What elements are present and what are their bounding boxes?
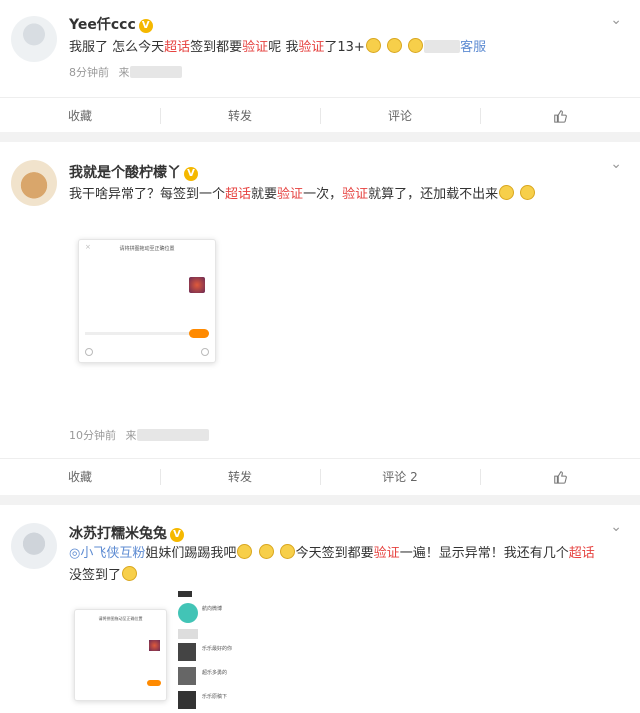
highlighted-keyword[interactable]: 验证 [277,187,303,202]
like-button[interactable] [480,459,640,494]
username[interactable]: 我就是个酸柠檬丫 V [69,162,198,182]
help-icon [85,348,93,356]
smile-emoji-icon [408,38,424,53]
cry-emoji-icon [258,544,274,559]
avatar[interactable] [11,16,57,62]
captcha-title: 请将拼图拖动至正确位置 [119,246,175,252]
post-time[interactable]: 10分钟前 [69,429,116,442]
text-run: 一遍！显示异常！我还有几个 [399,546,569,561]
comment-button[interactable]: 评论 2 [320,459,480,494]
text-run: 我干啥异常了？每签到一个 [69,187,226,202]
collect-button[interactable]: 收藏 [0,459,160,494]
repost-button[interactable]: 转发 [160,98,320,133]
post-text: 我干啥异常了？每签到一个超话就要验证一次，验证就算了，还加载不出来 [69,184,620,206]
dizzy-emoji-icon [122,566,138,581]
username[interactable]: Yee仟ccc V [69,14,153,34]
post-card: 我就是个酸柠檬丫 V ⌄ 我干啥异常了？每签到一个超话就要验证一次，验证就算了，还… [0,142,640,495]
list-row [178,591,284,599]
captcha-image[interactable]: 请将拼图拖动至正确位置 [74,609,167,701]
cry-emoji-icon [237,544,253,559]
chevron-down-icon[interactable]: ⌄ [610,519,622,535]
smile-emoji-icon [386,38,402,53]
cry-emoji-icon [279,544,295,559]
action-bar: 收藏 转发 评论 2 [0,458,640,494]
topic-icon: ◎ [69,546,81,561]
post-meta: 10分钟前 来 [69,427,209,443]
list-row: 乐乐原稿下 [178,691,284,709]
smile-emoji-icon [365,38,381,53]
thumbs-up-icon [554,110,567,123]
highlighted-keyword[interactable]: 验证 [374,546,400,561]
text-run: 呢 我 [268,40,299,55]
redacted-source [129,66,182,78]
highlighted-keyword[interactable]: 超话 [569,546,595,561]
avatar[interactable] [11,160,57,206]
post-text: 我服了 怎么今天超话签到都要验证呢 我验证了13+ 客服 [69,37,620,59]
text-run: 我服了 怎么今天 [69,40,165,55]
verified-icon: V [138,19,153,33]
source-label: 来 [118,66,130,79]
captcha-image[interactable]: × 请将拼图拖动至正确位置 [78,239,216,363]
refresh-icon [201,348,209,356]
avatar[interactable] [11,523,57,569]
like-button[interactable] [480,98,640,133]
list-row: 航向微博 [178,603,284,625]
highlighted-keyword[interactable]: 验证 [242,40,268,55]
post-time[interactable]: 8分钟前 [69,66,109,79]
sweat-emoji-icon [520,185,536,200]
customer-service-link[interactable]: 客服 [460,40,486,55]
source-label: 来 [125,429,137,442]
username[interactable]: 冰苏打糯米兔兔 V [69,523,184,543]
redacted-text [424,40,461,53]
list-row [178,629,284,639]
list-row: 超乐多勇的 [178,667,284,685]
chevron-down-icon[interactable]: ⌄ [610,12,622,28]
text-run: 一次， [303,187,343,202]
action-bar: 收藏 转发 评论 [0,97,640,133]
thumbs-up-icon [554,471,567,484]
post-card: Yee仟ccc V ⌄ 我服了 怎么今天超话签到都要验证呢 我验证了13+ 客服 … [0,0,640,132]
post-text: ◎小飞侠互粉姐妹们踢踢我吧 今天签到都要验证一遍！显示异常！我还有几个超话 没签… [69,544,595,583]
highlighted-keyword[interactable]: 验证 [298,40,324,55]
text-run: 了13+ [324,40,365,55]
puzzle-piece [149,640,160,651]
list-image[interactable]: 航向微博 乐乐最好的你 超乐多勇的 乐乐原稿下 [176,591,286,713]
verified-icon: V [170,528,184,542]
captcha-title: 请将拼图拖动至正确位置 [98,616,143,621]
slider-handle [189,329,209,338]
separator [0,132,640,142]
text-run: 就要 [251,187,278,202]
puzzle-piece [189,277,205,293]
text-run: 姐妹们踢踢我吧 [145,546,237,561]
highlighted-keyword[interactable]: 超话 [225,187,251,202]
topic-link[interactable]: ◎小飞侠互粉 [69,546,145,561]
verified-icon: V [184,167,198,181]
list-row: 乐乐最好的你 [178,643,284,661]
post-meta: 8分钟前 来 [69,64,182,80]
text-run: 就算了，还加载不出来 [368,187,499,202]
slider-handle [147,680,161,686]
comment-button[interactable]: 评论 [320,98,480,133]
post-card: 冰苏打糯米兔兔 V ⌄ ◎小飞侠互粉姐妹们踢踢我吧 今天签到都要验证一遍！显示异常… [0,505,640,713]
highlighted-keyword[interactable]: 验证 [342,187,368,202]
highlighted-keyword[interactable]: 超话 [164,40,190,55]
collect-button[interactable]: 收藏 [0,98,160,133]
text-run: 签到都要 [190,40,243,55]
separator [0,495,640,505]
redacted-source [136,429,209,441]
sweat-emoji-icon [499,185,515,200]
chevron-down-icon[interactable]: ⌄ [610,156,622,172]
text-run: 今天签到都要 [295,546,374,561]
repost-button[interactable]: 转发 [160,459,320,494]
